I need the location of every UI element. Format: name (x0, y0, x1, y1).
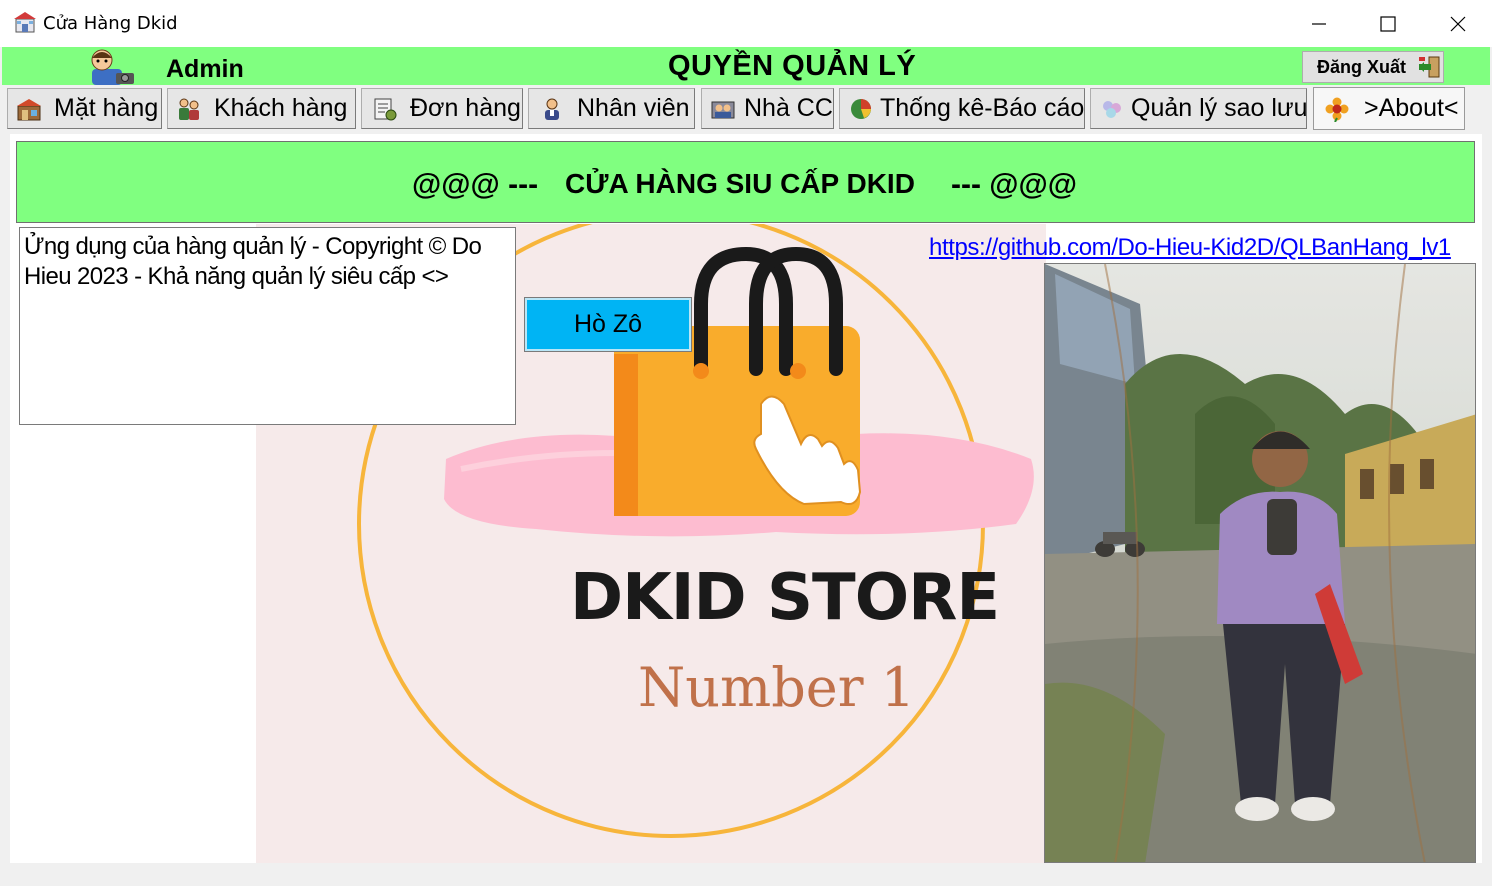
banner-right-decor: --- @@@ (951, 168, 1078, 201)
window-title-bar: Cửa Hàng Dkid (0, 0, 1492, 47)
tab-quan-ly-sao-luu[interactable]: Quản lý sao lưu (1090, 88, 1307, 129)
minimize-icon (1312, 22, 1326, 25)
tab-nhan-vien[interactable]: Nhân viên (528, 88, 695, 129)
tab-label: >About< (1364, 94, 1459, 122)
logout-icon (1419, 56, 1440, 78)
store-app-icon (14, 12, 36, 33)
report-icon (851, 98, 871, 119)
tab-label: Đơn hàng (410, 94, 521, 122)
warehouse-icon (17, 98, 41, 120)
minimize-button[interactable] (1285, 0, 1353, 47)
tab-khach-hang[interactable]: Khách hàng (167, 88, 356, 129)
invoice-icon (374, 98, 397, 120)
tab-label: Thống kê-Báo cáo (880, 94, 1085, 122)
role-header: Admin QUYỀN QUẢN LÝ Đăng Xuất (2, 47, 1490, 85)
close-button[interactable] (1424, 0, 1492, 47)
about-description-textbox[interactable]: Ửng dụng của hàng quản lý - Copyright © … (19, 227, 516, 425)
tab-label: Nhà CC (744, 94, 833, 122)
maximize-button[interactable] (1354, 0, 1422, 47)
backup-icon (1103, 100, 1121, 118)
store-logo-tagline: Number 1 (638, 656, 915, 719)
banner-title: CỬA HÀNG SIU CẤP DKID (565, 168, 915, 199)
store-logo-name: DKID STORE (570, 561, 999, 635)
logout-label: Đăng Xuất (1317, 56, 1407, 77)
tab-label: Nhân viên (577, 94, 690, 122)
tab-label: Khách hàng (214, 94, 348, 122)
maximize-icon (1380, 15, 1396, 32)
github-link[interactable]: https://github.com/Do-Hieu-Kid2D/QLBanHa… (929, 234, 1451, 262)
tab-thong-ke-bao-cao[interactable]: Thống kê-Báo cáo (839, 88, 1085, 129)
tab-label: Mặt hàng (54, 94, 159, 122)
tab-nha-cc[interactable]: Nhà CC (701, 88, 834, 129)
tab-don-hang[interactable]: Đơn hàng (361, 88, 523, 129)
supplier-icon (711, 101, 735, 118)
employee-icon (545, 98, 559, 120)
tab-mat-hang[interactable]: Mặt hàng (7, 88, 162, 129)
window-title: Cửa Hàng Dkid (43, 13, 178, 34)
flower-icon (1325, 97, 1349, 122)
banner-left-decor: @@@ --- (412, 168, 539, 201)
customers-icon (179, 98, 199, 120)
logout-button[interactable]: Đăng Xuất (1302, 51, 1444, 83)
user-role-label: Admin (166, 55, 244, 83)
ho-zo-button[interactable]: Hò Zô (524, 297, 692, 352)
admin-avatar-icon (91, 49, 134, 85)
role-title: QUYỀN QUẢN LÝ (668, 50, 917, 82)
store-banner: @@@ --- CỬA HÀNG SIU CẤP DKID --- @@@ (16, 141, 1475, 223)
close-icon (1450, 16, 1466, 31)
developer-photo (1044, 263, 1476, 863)
tab-label: Quản lý sao lưu (1131, 94, 1307, 122)
tab-about[interactable]: >About< (1313, 87, 1465, 130)
